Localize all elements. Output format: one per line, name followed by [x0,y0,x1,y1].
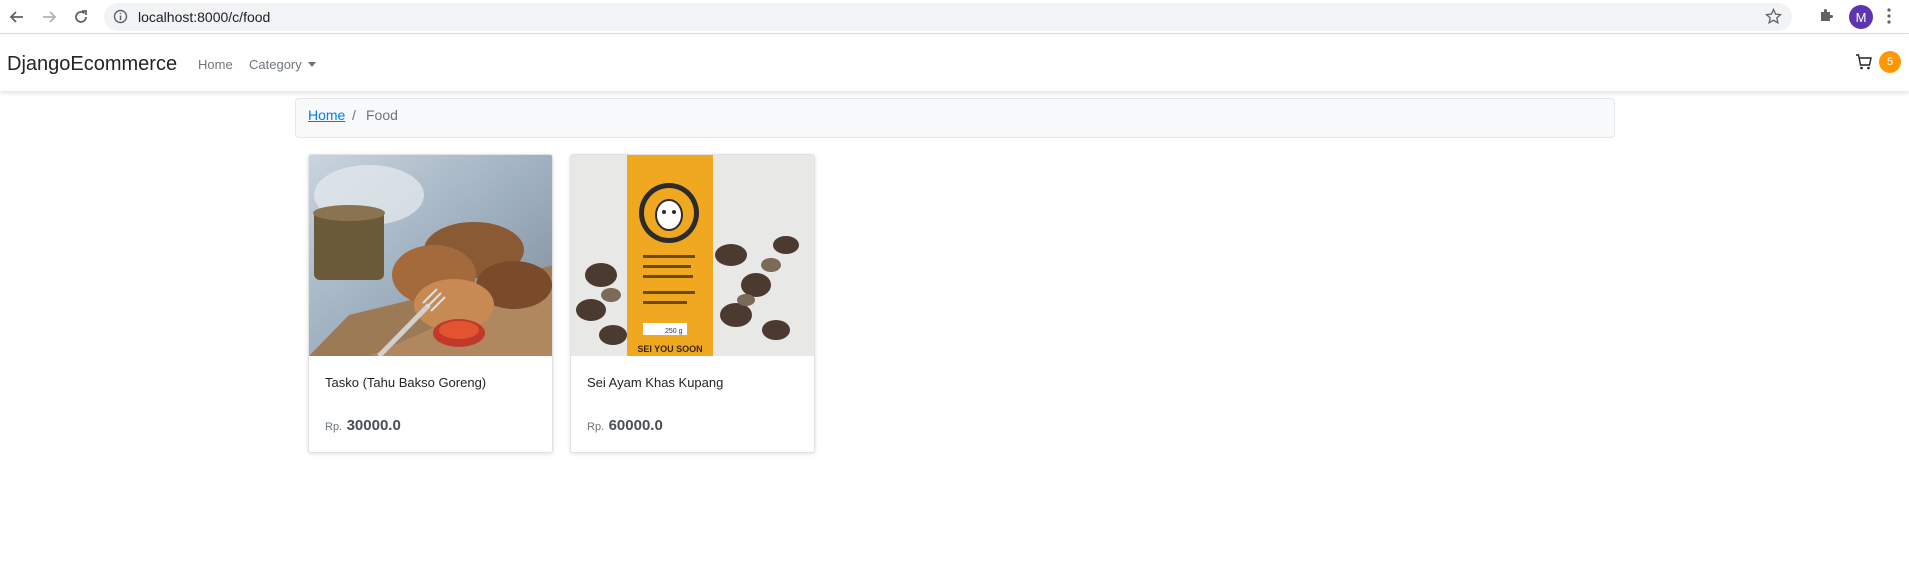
product-card[interactable]: 250 g SEI YOU SOON Sei Ayam Khas Kupang … [570,154,815,453]
extensions-puzzle-icon[interactable] [1818,6,1836,29]
forward-icon[interactable] [37,5,61,29]
bookmark-star-icon[interactable] [1764,7,1783,30]
currency-label: Rp. [587,421,605,433]
site-info-icon[interactable] [113,9,128,29]
breadcrumb-separator: / [352,107,356,123]
product-title[interactable]: Sei Ayam Khas Kupang [587,375,723,390]
brand-logo[interactable]: DjangoEcommerce [7,53,177,76]
reload-icon[interactable] [69,5,93,29]
browser-menu-icon[interactable] [1886,7,1892,30]
breadcrumb-home-link[interactable]: Home [308,107,345,123]
breadcrumb-current: Food [366,107,398,123]
product-title[interactable]: Tasko (Tahu Bakso Goreng) [325,375,486,390]
product-price: Rp. 60000.0 [587,417,663,435]
site-navbar: DjangoEcommerce Home Category 5 [0,35,1909,91]
nav-home-link[interactable]: Home [198,57,233,72]
url-text[interactable]: localhost:8000/c/food [138,9,270,25]
profile-avatar[interactable]: M [1849,5,1873,29]
product-price: Rp. 30000.0 [325,417,401,435]
product-image[interactable] [309,155,552,356]
browser-toolbar: localhost:8000/c/food M [0,0,1909,34]
package-weight-text: 250 g [665,328,683,335]
nav-category-label: Category [249,57,302,72]
cart-icon[interactable] [1855,53,1873,76]
cart-count-badge[interactable]: 5 [1879,51,1901,73]
product-image[interactable]: 250 g SEI YOU SOON [571,155,814,356]
address-bar[interactable]: localhost:8000/c/food [104,3,1792,31]
currency-label: Rp. [325,421,343,433]
back-icon[interactable] [5,5,29,29]
breadcrumb: Home / Food [295,98,1615,138]
price-amount: 60000.0 [608,417,663,434]
package-brand-text: SEI YOU SOON [637,344,702,354]
product-card[interactable]: Tasko (Tahu Bakso Goreng) Rp. 30000.0 [308,154,553,453]
caret-down-icon [307,62,316,67]
nav-category-dropdown[interactable]: Category [249,57,316,72]
price-amount: 30000.0 [346,417,401,434]
